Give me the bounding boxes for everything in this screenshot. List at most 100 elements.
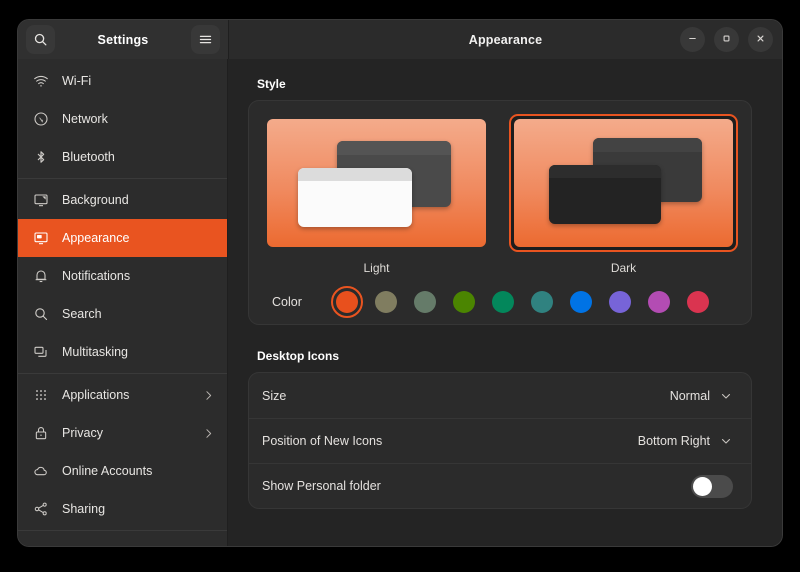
lock-icon — [32, 425, 49, 442]
row-label: Size — [262, 389, 286, 403]
sidebar-item-label: Search — [62, 307, 102, 321]
minimize-button[interactable] — [680, 27, 705, 52]
bell-icon — [32, 268, 49, 285]
color-swatch-blue[interactable] — [570, 291, 592, 313]
show-personal-folder-toggle[interactable] — [691, 475, 733, 498]
accent-color-row: Color — [262, 287, 738, 315]
sidebar-item-sound[interactable]: Sound — [18, 533, 227, 546]
window-body: Wi-Fi Network Bluetooth — [18, 59, 782, 546]
theme-label: Light — [262, 261, 491, 275]
sidebar-item-label: Applications — [62, 388, 129, 402]
chevron-right-icon — [202, 427, 215, 440]
sidebar-item-label: Background — [62, 193, 129, 207]
position-value: Bottom Right — [638, 434, 710, 448]
size-value: Normal — [670, 389, 710, 403]
theme-chooser: Light Dark — [262, 114, 738, 275]
main-menu-button[interactable] — [191, 25, 220, 54]
sidebar-divider — [18, 178, 227, 179]
wifi-icon — [32, 73, 49, 90]
bluetooth-icon — [32, 149, 49, 166]
sidebar-item-appearance[interactable]: Appearance — [18, 219, 227, 257]
content-area: Style Light — [228, 59, 782, 546]
sidebar-item-privacy[interactable]: Privacy — [18, 414, 227, 452]
windows-stack-icon — [32, 344, 49, 361]
share-nodes-icon — [32, 501, 49, 518]
content-header: Appearance — [228, 20, 782, 59]
light-theme-preview — [267, 119, 486, 247]
sidebar-item-online-accounts[interactable]: Online Accounts — [18, 452, 227, 490]
position-dropdown[interactable]: Bottom Right — [638, 434, 733, 448]
color-swatch-magenta[interactable] — [648, 291, 670, 313]
sidebar-item-applications[interactable]: Applications — [18, 376, 227, 414]
color-swatch-sage[interactable] — [414, 291, 436, 313]
sidebar-item-sharing[interactable]: Sharing — [18, 490, 227, 528]
chevron-right-icon — [202, 389, 215, 402]
close-button[interactable] — [748, 27, 773, 52]
chevron-down-icon — [719, 434, 733, 448]
sidebar-item-wifi[interactable]: Wi-Fi — [18, 62, 227, 100]
sidebar-item-label: Multitasking — [62, 345, 128, 359]
row-show-personal-folder[interactable]: Show Personal folder — [249, 463, 751, 508]
search-icon — [33, 32, 48, 47]
accent-color-swatches — [336, 291, 709, 313]
chevron-down-icon — [719, 389, 733, 403]
row-position-of-new-icons[interactable]: Position of New Icons Bottom Right — [249, 418, 751, 463]
sidebar-item-notifications[interactable]: Notifications — [18, 257, 227, 295]
music-note-icon — [32, 544, 49, 547]
search-button[interactable] — [26, 25, 55, 54]
desktop-icons-section: Desktop Icons Size Normal Position of Ne… — [248, 349, 752, 509]
color-swatch-purple[interactable] — [609, 291, 631, 313]
close-icon — [755, 31, 766, 49]
desktop-icons-card: Size Normal Position of New Icons Bottom… — [248, 372, 752, 509]
desktop-icons-section-title: Desktop Icons — [257, 349, 752, 363]
dark-theme-preview — [514, 119, 733, 247]
sidebar-header: Settings — [18, 20, 228, 59]
sidebar-item-label: Online Accounts — [62, 464, 152, 478]
maximize-icon — [721, 31, 732, 49]
grid-dots-icon — [32, 387, 49, 404]
background-monitor-icon — [32, 192, 49, 209]
color-swatch-prussian-green[interactable] — [531, 291, 553, 313]
color-swatch-viridian[interactable] — [492, 291, 514, 313]
sidebar-nav[interactable]: Wi-Fi Network Bluetooth — [18, 59, 228, 546]
sidebar-item-label: Wi-Fi — [62, 74, 91, 88]
preview-window-front — [549, 165, 661, 224]
sidebar-item-multitasking[interactable]: Multitasking — [18, 333, 227, 371]
style-card: Light Dark Color — [248, 100, 752, 325]
appearance-monitor-icon — [32, 230, 49, 247]
sidebar-item-label: Appearance — [62, 231, 129, 245]
sidebar-divider — [18, 530, 227, 531]
color-swatch-red[interactable] — [687, 291, 709, 313]
cloud-icon — [32, 463, 49, 480]
theme-label: Dark — [509, 261, 738, 275]
sidebar-item-label: Sharing — [62, 502, 105, 516]
sidebar-item-network[interactable]: Network — [18, 100, 227, 138]
color-swatch-orange[interactable] — [336, 291, 358, 313]
maximize-button[interactable] — [714, 27, 739, 52]
sidebar-item-background[interactable]: Background — [18, 181, 227, 219]
color-swatch-bark[interactable] — [375, 291, 397, 313]
sidebar-divider — [18, 373, 227, 374]
size-dropdown[interactable]: Normal — [670, 389, 733, 403]
header-bar: Settings Appearance — [18, 20, 782, 59]
color-label: Color — [272, 295, 302, 309]
hamburger-menu-icon — [198, 32, 213, 47]
sidebar-item-label: Notifications — [62, 269, 130, 283]
row-label: Show Personal folder — [262, 479, 381, 493]
minimize-icon — [687, 31, 698, 49]
sidebar-item-label: Sound — [62, 545, 98, 546]
sidebar-item-label: Network — [62, 112, 108, 126]
search-icon — [32, 306, 49, 323]
style-section-title: Style — [257, 77, 752, 91]
sidebar-item-bluetooth[interactable]: Bluetooth — [18, 138, 227, 176]
network-globe-icon — [32, 111, 49, 128]
theme-option-light[interactable]: Light — [262, 114, 491, 275]
theme-frame-selected — [509, 114, 738, 252]
settings-window: Settings Appearance — [18, 20, 782, 546]
theme-frame — [262, 114, 491, 252]
theme-option-dark[interactable]: Dark — [509, 114, 738, 275]
sidebar-item-search[interactable]: Search — [18, 295, 227, 333]
color-swatch-olive[interactable] — [453, 291, 475, 313]
row-size[interactable]: Size Normal — [249, 373, 751, 418]
sidebar-title: Settings — [55, 33, 191, 47]
